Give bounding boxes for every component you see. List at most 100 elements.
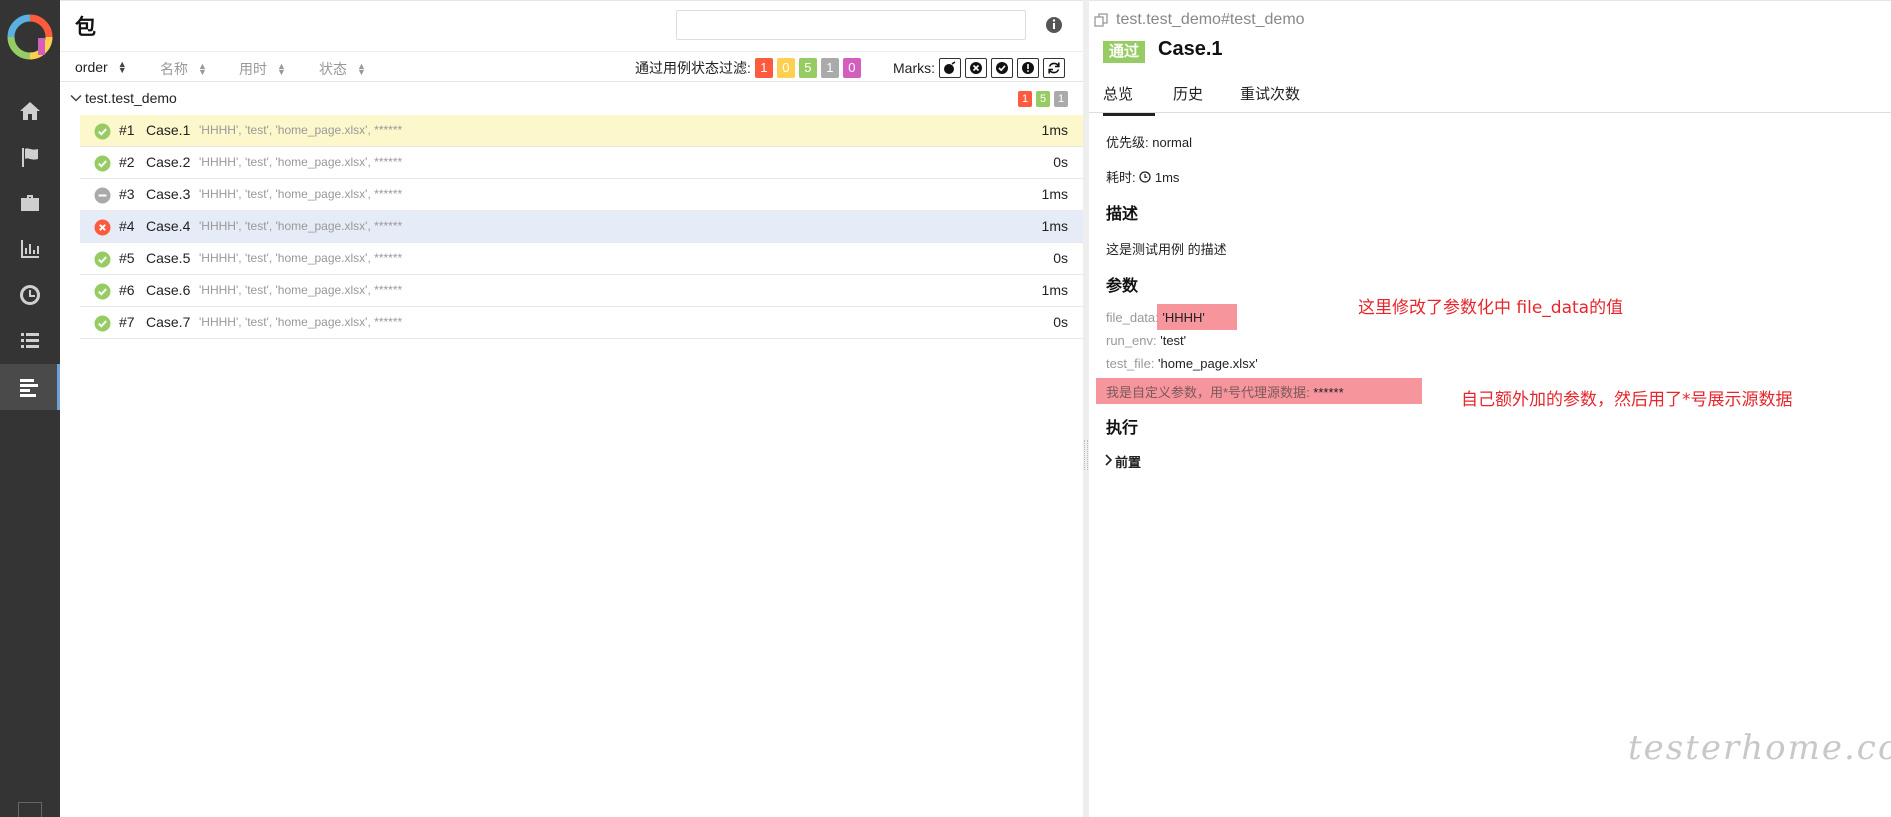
splitter-handle[interactable] (1084, 440, 1088, 470)
case-parameters: 'HHHH', 'test', 'home_page.xlsx', ****** (199, 219, 403, 233)
nav-timeline[interactable] (0, 272, 60, 318)
status-filter: 通过用例状态过滤: 10510 (635, 58, 861, 78)
sort-arrows-icon: ▲ ▼ (198, 61, 207, 77)
tab-retries[interactable]: 重试次数 (1240, 83, 1300, 113)
test-case-row[interactable]: #5 Case.5 'HHHH', 'test', 'home_page.xlsx'… (80, 243, 1083, 275)
nav-packages[interactable] (0, 364, 60, 410)
case-duration: 1ms (1041, 186, 1068, 202)
status-filter-badge[interactable]: 0 (842, 58, 861, 78)
collapse-sidebar-button[interactable] (18, 802, 42, 817)
execution-heading: 执行 (1106, 420, 1139, 437)
case-number: #1 (119, 122, 135, 138)
home-icon (20, 102, 40, 120)
nav-categories[interactable] (0, 134, 60, 180)
case-duration: 1ms (1041, 282, 1068, 298)
sort-label: 名称 (160, 61, 188, 77)
flag-icon (22, 148, 38, 167)
test-case-row[interactable]: #6 Case.6 'HHHH', 'test', 'home_page.xlsx'… (80, 275, 1083, 307)
sort-arrows-icon: ▲ ▼ (117, 59, 127, 75)
case-name: Case.7 (146, 314, 191, 330)
case-parameters: 'HHHH', 'test', 'home_page.xlsx', ****** (199, 315, 403, 329)
case-number: #3 (119, 186, 135, 202)
param-name: run_env (1106, 333, 1153, 348)
tree-pane: 包 order ▲ ▼ 名称 ▲ ▼ 用时 ▲ ▼ 状态 ▲ ▼ 通过用例状态过… (60, 0, 1083, 817)
tab-overview[interactable]: 总览 (1103, 83, 1155, 116)
status-filter-badges: 10510 (751, 58, 861, 78)
param-value: 'test' (1160, 333, 1187, 348)
copy-icon[interactable] (1094, 13, 1108, 27)
test-case-row[interactable]: #7 Case.7 'HHHH', 'test', 'home_page.xlsx'… (80, 307, 1083, 339)
status-passed-icon (94, 251, 111, 268)
case-parameters: 'HHHH', 'test', 'home_page.xlsx', ****** (199, 155, 403, 169)
mark-new-failed-button[interactable] (965, 58, 987, 78)
priority-row: 优先级: normal (1106, 132, 1192, 151)
case-duration: 1ms (1041, 122, 1068, 138)
allure-report-app: 包 order ▲ ▼ 名称 ▲ ▼ 用时 ▲ ▼ 状态 ▲ ▼ 通过用例状态过… (0, 0, 1891, 817)
sort-by-status[interactable]: 状态 ▲ ▼ (319, 59, 366, 79)
page-title: 包 (75, 15, 96, 39)
case-number: #5 (119, 250, 135, 266)
status-passed-icon (94, 155, 111, 172)
sort-by-duration[interactable]: 用时 ▲ ▼ (239, 59, 286, 79)
allure-logo-icon[interactable] (7, 14, 53, 60)
sort-arrows-icon: ▲ ▼ (277, 61, 286, 77)
case-parameters: 'HHHH', 'test', 'home_page.xlsx', ****** (199, 283, 403, 297)
test-case-row[interactable]: #2 Case.2 'HHHH', 'test', 'home_page.xlsx'… (80, 147, 1083, 179)
tree-group[interactable]: test.test_demo 151 (60, 84, 1083, 114)
tab-history[interactable]: 历史 (1173, 83, 1203, 113)
info-icon[interactable] (1043, 14, 1065, 36)
case-name: Case.6 (146, 282, 191, 298)
new-broken-icon (1022, 62, 1034, 74)
status-passed-icon (94, 123, 111, 140)
duration-value: 1ms (1154, 170, 1180, 185)
clock-icon (20, 285, 41, 305)
sort-by-name[interactable]: 名称 ▲ ▼ (160, 59, 207, 79)
duration-label: 耗时: (1106, 170, 1136, 185)
test-case-row[interactable]: #4 Case.4 'HHHH', 'test', 'home_page.xlsx'… (80, 211, 1083, 243)
param-row: test_file: 'home_page.xlsx' (1106, 356, 1258, 371)
mark-new-passed-button[interactable] (991, 58, 1013, 78)
status-filter-badge[interactable]: 5 (798, 58, 817, 78)
mark-retry-button[interactable] (1043, 58, 1065, 78)
status-filter-badge[interactable]: 0 (776, 58, 795, 78)
count-badge: 1 (1018, 91, 1032, 107)
clock-icon (1139, 171, 1151, 183)
status-passed-icon (94, 283, 111, 300)
case-parameters: 'HHHH', 'test', 'home_page.xlsx', ****** (199, 123, 403, 137)
status-failed-icon (94, 219, 111, 236)
sort-label: 状态 (319, 61, 347, 77)
marks-filter: Marks: (893, 58, 1065, 78)
sort-label: order (75, 59, 108, 75)
mark-flaky-button[interactable] (939, 58, 961, 78)
nav-suites[interactable] (0, 180, 60, 226)
test-case-row[interactable]: #1 Case.1 'HHHH', 'test', 'home_page.xlsx'… (80, 115, 1083, 147)
nav-overview[interactable] (0, 88, 60, 134)
status-filter-badge[interactable]: 1 (754, 58, 773, 78)
count-badge: 1 (1054, 91, 1068, 107)
test-full-name: test.test_demo#test_demo (1116, 11, 1305, 28)
test-case-row[interactable]: #3 Case.3 'HHHH', 'test', 'home_page.xlsx'… (80, 179, 1083, 211)
tree-group-name: test.test_demo (85, 90, 177, 106)
parameters-heading: 参数 (1106, 278, 1139, 295)
param-name: file_data (1106, 310, 1156, 325)
search-input[interactable] (676, 10, 1026, 40)
description-heading: 描述 (1106, 206, 1139, 223)
priority-value: normal (1152, 135, 1192, 150)
status-filter-badge[interactable]: 1 (820, 58, 839, 78)
case-parameters: 'HHHH', 'test', 'home_page.xlsx', ****** (199, 187, 403, 201)
param-name: 我是自定义参数，用*号代理源数据 (1106, 385, 1307, 400)
case-name: Case.1 (146, 122, 191, 138)
setup-section-toggle[interactable]: 前置 (1115, 452, 1141, 471)
case-duration: 1ms (1041, 218, 1068, 234)
chevron-right-icon[interactable] (1103, 453, 1115, 467)
mark-new-broken-button[interactable] (1017, 58, 1039, 78)
count-badge: 5 (1036, 91, 1050, 107)
nav-graphs[interactable] (0, 226, 60, 272)
param-row: 我是自定义参数，用*号代理源数据: ****** (1106, 385, 1344, 400)
retry-icon (1048, 62, 1060, 74)
status-passed-icon (94, 315, 111, 332)
detail-tabs: 总览 历史 重试次数 (1089, 73, 1891, 116)
sidebar (0, 0, 60, 817)
sort-by-order[interactable]: order ▲ ▼ (75, 59, 127, 75)
nav-behaviors[interactable] (0, 318, 60, 364)
